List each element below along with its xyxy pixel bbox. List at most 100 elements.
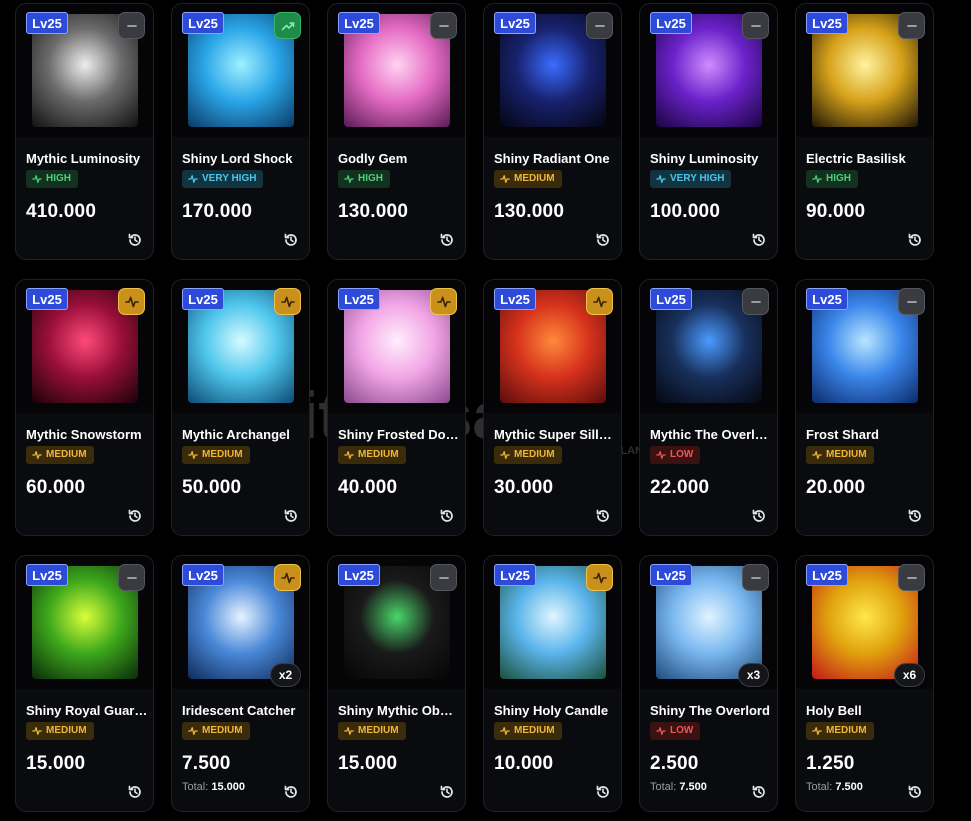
history-icon[interactable] — [751, 232, 767, 248]
level-badge: Lv25 — [182, 564, 224, 586]
pet-value: 130.000 — [338, 201, 409, 222]
pet-card[interactable]: Lv25 x3 Shiny The Overlord LOW 2.500 Tot… — [639, 555, 778, 812]
pet-card[interactable]: Lv25 Mythic Archangel MEDIUM 50.000 — [171, 279, 310, 536]
activity-icon — [656, 727, 666, 735]
history-icon[interactable] — [283, 508, 299, 524]
level-badge: Lv25 — [182, 12, 224, 34]
history-icon[interactable] — [127, 784, 143, 800]
demand-badge: MEDIUM — [182, 722, 250, 740]
total-value: Total: 7.500 — [650, 781, 707, 793]
pet-thumbnail: Lv25 — [16, 4, 153, 137]
pet-value: 30.000 — [494, 477, 554, 498]
pet-value: 90.000 — [806, 201, 866, 222]
demand-label: VERY HIGH — [670, 173, 725, 184]
minus-icon — [906, 576, 917, 579]
history-icon[interactable] — [283, 784, 299, 800]
pet-value: 7.500 — [182, 753, 231, 774]
pet-card[interactable]: Lv25 x6 Holy Bell MEDIUM 1.250 Total: 7.… — [795, 555, 934, 812]
pet-card[interactable]: Lv25 Godly Gem HIGH 130.000 — [327, 3, 466, 260]
history-icon[interactable] — [127, 232, 143, 248]
trend-badge — [118, 288, 145, 315]
demand-label: MEDIUM — [358, 449, 399, 460]
pet-card[interactable]: Lv25 Frost Shard MEDIUM 20.000 — [795, 279, 934, 536]
pet-card[interactable]: Lv25 Mythic The Overlord LOW 22.000 — [639, 279, 778, 536]
pet-name: Shiny Holy Candle — [494, 703, 609, 718]
total-label: Total: — [806, 781, 833, 793]
pet-value: 100.000 — [650, 201, 721, 222]
activity-icon — [812, 175, 822, 183]
total-amount: 7.500 — [679, 781, 707, 793]
pet-card[interactable]: Lv25 Shiny Luminosity VERY HIGH 100.000 — [639, 3, 778, 260]
pet-name: Mythic Archangel — [182, 427, 290, 442]
activity-icon — [500, 727, 510, 735]
pet-card[interactable]: Lv25 Shiny Holy Candle MEDIUM 10.000 — [483, 555, 622, 812]
history-icon[interactable] — [907, 784, 923, 800]
demand-label: MEDIUM — [514, 449, 555, 460]
activity-icon — [280, 572, 295, 583]
demand-label: LOW — [670, 449, 694, 460]
pet-value-grid: itemsatis HESAP / SKIN / İLAN Lv25 Mythi… — [0, 0, 971, 821]
pet-card[interactable]: Lv25 x2 Iridescent Catcher MEDIUM 7.500 … — [171, 555, 310, 812]
history-icon[interactable] — [439, 784, 455, 800]
pet-card[interactable]: Lv25 Shiny Royal Guardi... MEDIUM 15.000 — [15, 555, 154, 812]
minus-icon — [906, 24, 917, 27]
pet-card[interactable]: Lv25 Electric Basilisk HIGH 90.000 — [795, 3, 934, 260]
demand-label: MEDIUM — [358, 725, 399, 736]
activity-icon — [32, 727, 42, 735]
trend-badge — [586, 12, 613, 39]
pet-thumbnail: Lv25 x2 — [172, 556, 309, 689]
demand-badge: VERY HIGH — [182, 170, 264, 188]
history-icon[interactable] — [595, 784, 611, 800]
pet-card[interactable]: Lv25 Mythic Super Silly ... MEDIUM 30.00… — [483, 279, 622, 536]
history-icon[interactable] — [907, 508, 923, 524]
trend-badge — [586, 288, 613, 315]
minus-icon — [750, 300, 761, 303]
minus-icon — [750, 576, 761, 579]
history-icon[interactable] — [439, 232, 455, 248]
level-badge: Lv25 — [494, 564, 536, 586]
pet-name: Shiny Lord Shock — [182, 151, 293, 166]
history-icon[interactable] — [283, 232, 299, 248]
pet-card[interactable]: Lv25 Mythic Luminosity HIGH 410.000 — [15, 3, 154, 260]
history-icon[interactable] — [907, 232, 923, 248]
minus-icon — [750, 24, 761, 27]
history-icon[interactable] — [595, 508, 611, 524]
pet-thumbnail: Lv25 — [328, 280, 465, 413]
pet-card[interactable]: Lv25 Shiny Frosted Dog... MEDIUM 40.000 — [327, 279, 466, 536]
activity-icon — [436, 296, 451, 307]
pet-value: 50.000 — [182, 477, 242, 498]
demand-label: MEDIUM — [202, 725, 243, 736]
activity-icon — [812, 727, 822, 735]
level-badge: Lv25 — [650, 564, 692, 586]
history-icon[interactable] — [595, 232, 611, 248]
history-icon[interactable] — [439, 508, 455, 524]
trend-up-icon — [281, 21, 294, 30]
pet-thumbnail: Lv25 — [484, 280, 621, 413]
trend-badge — [274, 564, 301, 591]
pet-thumbnail: Lv25 — [484, 4, 621, 137]
pet-name: Godly Gem — [338, 151, 408, 166]
demand-badge: LOW — [650, 446, 701, 464]
trend-badge — [118, 12, 145, 39]
total-amount: 15.000 — [211, 781, 246, 793]
history-icon[interactable] — [127, 508, 143, 524]
trend-badge — [430, 288, 457, 315]
pet-card[interactable]: Lv25 Shiny Lord Shock VERY HIGH 170.000 — [171, 3, 310, 260]
minus-icon — [126, 24, 137, 27]
total-value: Total: 7.500 — [806, 781, 863, 793]
pet-card[interactable]: Lv25 Shiny Mythic Obsc... MEDIUM 15.000 — [327, 555, 466, 812]
trend-badge — [742, 12, 769, 39]
pet-value: 40.000 — [338, 477, 398, 498]
demand-badge: HIGH — [806, 170, 858, 188]
demand-badge: MEDIUM — [494, 446, 562, 464]
history-icon[interactable] — [751, 784, 767, 800]
demand-label: MEDIUM — [826, 449, 867, 460]
level-badge: Lv25 — [26, 564, 68, 586]
pet-card[interactable]: Lv25 Shiny Radiant One MEDIUM 130.000 — [483, 3, 622, 260]
trend-badge — [586, 564, 613, 591]
activity-icon — [500, 451, 510, 459]
pet-name: Mythic Snowstorm — [26, 427, 142, 442]
pet-card[interactable]: Lv25 Mythic Snowstorm MEDIUM 60.000 — [15, 279, 154, 536]
activity-icon — [344, 175, 354, 183]
history-icon[interactable] — [751, 508, 767, 524]
